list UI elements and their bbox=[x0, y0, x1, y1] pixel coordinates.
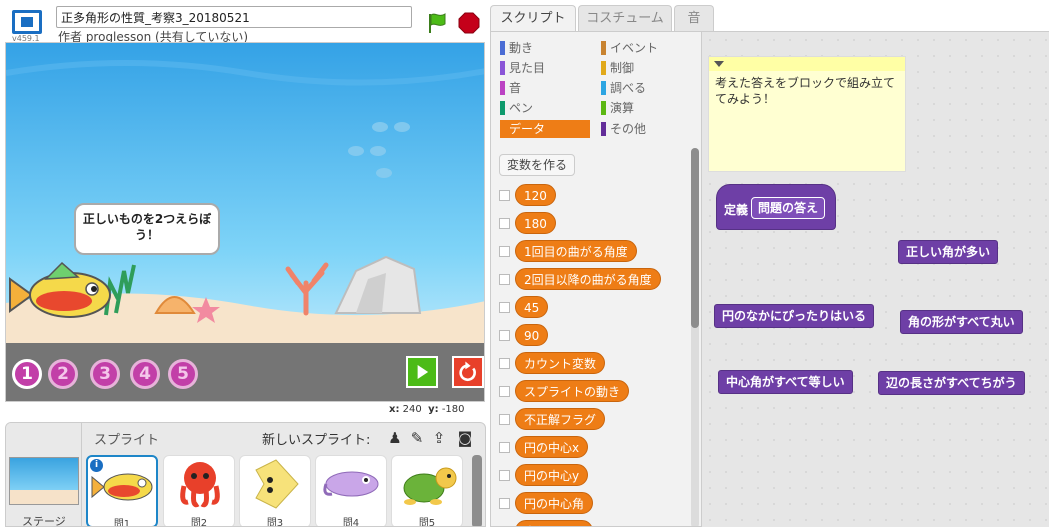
variable-reporter[interactable]: 半径の長さ bbox=[515, 520, 594, 526]
sprite-label: 問5 bbox=[418, 518, 436, 527]
category-sensing[interactable]: 調べる bbox=[601, 79, 646, 97]
variable-reporter[interactable]: 円の中心y bbox=[515, 464, 589, 486]
variable-checkbox[interactable] bbox=[499, 218, 510, 229]
comment-collapse-icon[interactable] bbox=[709, 57, 905, 71]
define-name: 問題の答え bbox=[751, 197, 826, 219]
sprite-label: 問1 bbox=[113, 519, 131, 527]
variable-reporter[interactable]: 円の中心角 bbox=[515, 492, 594, 514]
camera-icon[interactable]: ◙ bbox=[456, 429, 474, 447]
sprite-label: 問2 bbox=[190, 518, 208, 527]
speech-bubble: 正しいものを2つえらぼう！ bbox=[74, 203, 220, 255]
variable-checkbox[interactable] bbox=[499, 386, 510, 397]
paint-brush-icon[interactable]: ✎ bbox=[408, 429, 426, 447]
script-area[interactable]: 考えた答えをブロックで組み立ててみよう！ 定義 問題の答え 正しい角が多い 円の… bbox=[702, 31, 1049, 527]
choose-sprite-icon[interactable]: ♟ bbox=[386, 429, 404, 447]
question-1-button[interactable]: 1 bbox=[12, 359, 42, 389]
fullscreen-button[interactable] bbox=[12, 10, 42, 34]
answer-block-3[interactable]: 角の形がすべて丸い bbox=[900, 310, 1023, 334]
sprite-label: 問4 bbox=[342, 518, 360, 527]
tab-costumes[interactable]: コスチューム bbox=[578, 5, 672, 32]
project-title-input[interactable] bbox=[56, 6, 412, 28]
variable-checkbox[interactable] bbox=[499, 274, 510, 285]
sprite-card-3[interactable]: 問3 bbox=[239, 455, 311, 527]
variable-reporter[interactable]: 円の中心x bbox=[515, 436, 589, 458]
category-motion[interactable]: 動き bbox=[500, 39, 533, 57]
play-icon[interactable] bbox=[406, 356, 438, 388]
reset-icon[interactable] bbox=[452, 356, 484, 388]
x-value: 240 bbox=[402, 404, 422, 415]
answer-block-2[interactable]: 円のなかにぴったりはいる bbox=[714, 304, 875, 328]
upload-icon[interactable]: ⇪ bbox=[430, 429, 448, 447]
stage-thumbnail-column: ステージ bbox=[6, 423, 82, 527]
comment-note[interactable]: 考えた答えをブロックで組み立ててみよう！ bbox=[708, 56, 906, 172]
variable-reporter[interactable]: 45 bbox=[515, 296, 549, 318]
comment-text: 考えた答えをブロックで組み立ててみよう！ bbox=[715, 76, 896, 106]
sprite-card-4[interactable]: 問4 bbox=[315, 455, 387, 527]
variable-reporter[interactable]: 不正解フラグ bbox=[515, 408, 606, 430]
sprite-header: スプライト bbox=[94, 433, 160, 448]
make-variable-button[interactable]: 変数を作る bbox=[499, 154, 575, 176]
sprite-card-1[interactable]: i 問1 bbox=[86, 455, 158, 527]
category-operators[interactable]: 演算 bbox=[601, 99, 634, 117]
question-2-button[interactable]: 2 bbox=[48, 359, 78, 389]
variable-checkbox[interactable] bbox=[499, 330, 510, 341]
category-data[interactable]: データ bbox=[500, 120, 590, 138]
stage-backdrop bbox=[6, 43, 484, 343]
define-label: 定義 bbox=[724, 203, 749, 217]
variable-checkbox[interactable] bbox=[499, 358, 510, 369]
category-looks[interactable]: 見た目 bbox=[500, 59, 545, 77]
variable-reporter[interactable]: 120 bbox=[515, 184, 556, 206]
sprite-card-5[interactable]: 問5 bbox=[391, 455, 463, 527]
answer-block-4[interactable]: 中心角がすべて等しい bbox=[718, 370, 853, 394]
variable-reporter[interactable]: 90 bbox=[515, 324, 549, 346]
sprite-octopus-thumbnail bbox=[180, 462, 220, 508]
stage-label: ステージ bbox=[22, 515, 66, 527]
variable-checkbox[interactable] bbox=[499, 498, 510, 509]
sprite-label: 問3 bbox=[266, 518, 284, 527]
question-4-button[interactable]: 4 bbox=[130, 359, 160, 389]
stop-icon[interactable] bbox=[458, 12, 480, 34]
y-label: y: bbox=[428, 404, 439, 415]
sprite-card-2[interactable]: 問2 bbox=[163, 455, 235, 527]
category-more-blocks[interactable]: その他 bbox=[601, 120, 646, 138]
tab-sounds[interactable]: 音 bbox=[674, 5, 714, 32]
category-control[interactable]: 制御 bbox=[601, 59, 634, 77]
x-label: x: bbox=[389, 404, 400, 415]
answer-block-5[interactable]: 辺の長さがすべてちがう bbox=[878, 371, 1025, 395]
question-5-button[interactable]: 5 bbox=[168, 359, 198, 389]
variable-reporter[interactable]: カウント変数 bbox=[515, 352, 606, 374]
sprite-turtle-thumbnail bbox=[403, 467, 457, 505]
green-flag-icon[interactable] bbox=[427, 12, 447, 34]
sprite-seahorse-thumbnail bbox=[323, 471, 379, 497]
block-palette: 動き イベント 見た目 制御 音 調べる ペン 演算 データ その他 変数を作る… bbox=[490, 31, 702, 527]
variable-checkbox[interactable] bbox=[499, 470, 510, 481]
sprite-squid-thumbnail bbox=[255, 459, 299, 509]
category-sound[interactable]: 音 bbox=[500, 79, 521, 97]
variable-reporter[interactable]: 180 bbox=[515, 212, 556, 234]
stage-thumbnail[interactable] bbox=[9, 457, 79, 505]
category-pen[interactable]: ペン bbox=[500, 99, 533, 117]
variable-checkbox[interactable] bbox=[499, 414, 510, 425]
variable-reporter[interactable]: 1回目の曲がる角度 bbox=[515, 240, 637, 262]
category-events[interactable]: イベント bbox=[601, 39, 658, 57]
sprite-pane: ステージ スプライト 新しいスプライト: ♟ ✎ ⇪ ◙ i 問1 問2 問3 bbox=[5, 422, 486, 527]
tab-scripts[interactable]: スクリプト bbox=[490, 5, 576, 32]
palette-scrollbar[interactable] bbox=[691, 148, 699, 328]
y-value: -180 bbox=[441, 404, 465, 415]
new-sprite-label: 新しいスプライト: bbox=[262, 433, 371, 448]
sprite-scrollbar[interactable] bbox=[472, 455, 482, 526]
variable-checkbox[interactable] bbox=[499, 302, 510, 313]
define-block[interactable]: 定義 問題の答え bbox=[716, 184, 836, 230]
sprite-fish-thumbnail bbox=[91, 473, 153, 501]
variable-reporter[interactable]: 2回目以降の曲がる角度 bbox=[515, 268, 661, 290]
answer-block-1[interactable]: 正しい角が多い bbox=[898, 240, 999, 264]
variable-checkbox[interactable] bbox=[499, 246, 510, 257]
scratch-editor: { "header": { "version": "v459.1", "proj… bbox=[0, 0, 1049, 527]
variable-reporter[interactable]: スプライトの動き bbox=[515, 380, 630, 402]
mouse-coords: x: 240 y: -180 bbox=[389, 404, 465, 415]
variable-checkbox[interactable] bbox=[499, 442, 510, 453]
question-3-button[interactable]: 3 bbox=[90, 359, 120, 389]
variable-checkbox[interactable] bbox=[499, 190, 510, 201]
stage[interactable]: 正しいものを2つえらぼう！ 1 2 3 4 5 bbox=[5, 42, 485, 402]
